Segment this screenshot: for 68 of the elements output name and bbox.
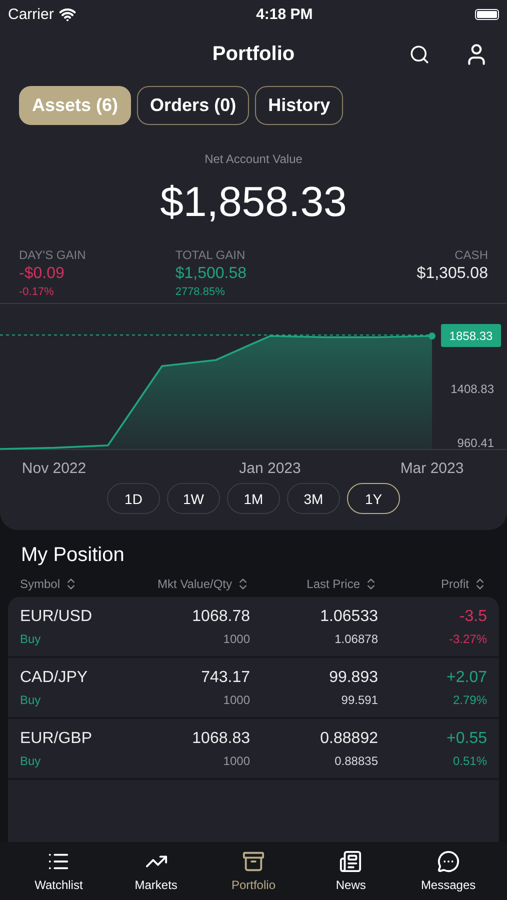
side-label: Buy bbox=[20, 754, 42, 768]
stat-label: DAY'S GAIN bbox=[19, 248, 86, 262]
column-header[interactable]: Symbol bbox=[20, 577, 60, 591]
stat-value: -$0.09 bbox=[19, 265, 64, 283]
side-label: Buy bbox=[20, 632, 42, 646]
newspaper-icon bbox=[339, 850, 362, 873]
stat-label: TOTAL GAIN bbox=[175, 248, 246, 262]
symbol: EUR/USD bbox=[20, 608, 94, 626]
profit-percent: 2.79% bbox=[452, 692, 487, 706]
range-button[interactable]: 1Y bbox=[347, 483, 400, 514]
last-price: 0.88892 bbox=[319, 730, 378, 748]
profit-percent: 0.51% bbox=[452, 754, 487, 768]
stat-percent: 2778.85% bbox=[175, 286, 225, 298]
quantity: 1000 bbox=[222, 632, 250, 646]
column-header[interactable]: Profit bbox=[440, 577, 469, 591]
axis-label: Mar 2023 bbox=[400, 460, 464, 477]
tab-bar-item[interactable]: Markets bbox=[107, 842, 205, 900]
net-value-label: Net Account Value bbox=[204, 152, 304, 166]
profit: +0.55 bbox=[446, 730, 487, 748]
segment-tab[interactable]: Orders (0) bbox=[137, 86, 250, 125]
y-tick-label: 1858.33 bbox=[449, 329, 494, 343]
market-value: 1068.83 bbox=[191, 730, 250, 748]
chat-icon bbox=[436, 850, 460, 873]
axis-label: 1408.83 bbox=[450, 382, 494, 396]
axis-label: Nov 2022 bbox=[22, 460, 86, 477]
value-tag: 1858.33 bbox=[441, 324, 501, 347]
wifi-icon bbox=[58, 6, 76, 22]
market-value: 1068.78 bbox=[191, 608, 250, 626]
symbol: CAD/JPY bbox=[20, 668, 89, 686]
last-price: 1.06533 bbox=[319, 608, 378, 626]
quantity: 1000 bbox=[222, 754, 250, 768]
tab-bar-item[interactable]: Messages bbox=[400, 842, 497, 900]
section-title: My Position bbox=[21, 544, 126, 567]
column-header[interactable]: Last Price bbox=[306, 577, 360, 591]
stat-label: CASH bbox=[454, 248, 488, 262]
stat-value: $1,500.58 bbox=[175, 265, 247, 283]
last-price: 99.893 bbox=[328, 668, 378, 686]
range-button[interactable]: 1W bbox=[167, 483, 220, 514]
range-button[interactable]: 3M bbox=[287, 483, 340, 514]
status-time: 4:18 PM bbox=[256, 6, 313, 22]
profit-percent: -3.27% bbox=[448, 632, 487, 646]
cost-price: 0.88835 bbox=[334, 754, 378, 768]
cost-price: 99.591 bbox=[340, 692, 378, 706]
end-point bbox=[428, 332, 436, 340]
tab-bar-item[interactable]: Watchlist bbox=[10, 842, 108, 900]
search-icon[interactable] bbox=[409, 44, 430, 65]
tab-bar-item[interactable]: News bbox=[302, 842, 400, 900]
carrier-label: Carrier bbox=[8, 6, 54, 22]
side-label: Buy bbox=[20, 692, 42, 706]
range-button[interactable]: 1D bbox=[107, 483, 160, 514]
stat-value: $1,305.08 bbox=[416, 265, 488, 283]
market-value: 743.17 bbox=[200, 668, 250, 686]
profit: +2.07 bbox=[446, 668, 487, 686]
tab-bar-item[interactable]: Portfolio bbox=[204, 842, 302, 900]
axis-label: 960.41 bbox=[457, 436, 494, 450]
net-value: $1,858.33 bbox=[159, 178, 348, 226]
symbol: EUR/GBP bbox=[20, 730, 94, 748]
segment-tab[interactable]: History bbox=[255, 86, 344, 125]
quantity: 1000 bbox=[222, 692, 250, 706]
cost-price: 1.06878 bbox=[334, 632, 378, 646]
page-title: Portfolio bbox=[212, 42, 295, 66]
range-button[interactable]: 1M bbox=[227, 483, 280, 514]
profit: -3.5 bbox=[458, 608, 487, 626]
box-icon bbox=[242, 850, 265, 873]
axis-label: Jan 2023 bbox=[239, 460, 301, 477]
stat-percent: -0.17% bbox=[19, 286, 54, 298]
battery-icon bbox=[474, 8, 499, 20]
column-header[interactable]: Mkt Value/Qty bbox=[158, 577, 232, 591]
